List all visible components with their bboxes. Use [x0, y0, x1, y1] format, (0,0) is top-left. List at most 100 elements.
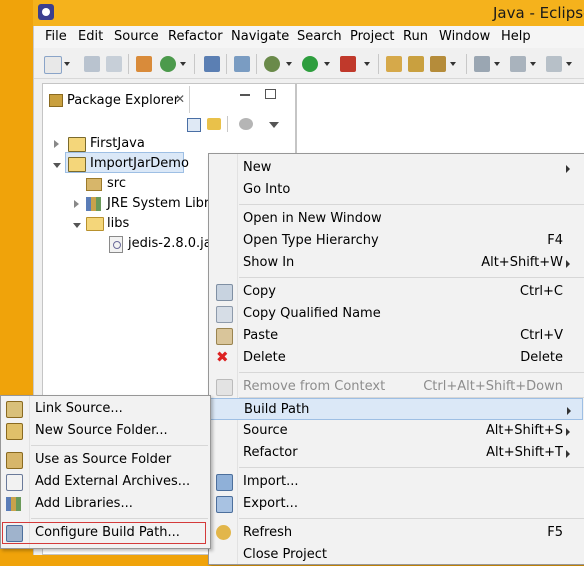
menu-file[interactable]: File — [45, 29, 67, 44]
back-dropdown-icon[interactable] — [566, 62, 572, 66]
external-tools-dropdown-icon[interactable] — [364, 62, 370, 66]
menu-item-close-project[interactable]: Close Project — [209, 544, 584, 566]
save-icon[interactable] — [84, 56, 100, 72]
collapse-all-icon[interactable] — [187, 118, 201, 132]
skip-breakpoints-icon[interactable] — [234, 56, 250, 72]
pen-dropdown-icon[interactable] — [450, 62, 456, 66]
submenu-arrow-icon — [566, 428, 570, 436]
menu-item-source[interactable]: Source Alt+Shift+S — [209, 420, 584, 442]
submenu-arrow-icon — [567, 407, 571, 415]
archive-icon — [6, 474, 23, 491]
maximize-icon[interactable] — [265, 89, 276, 99]
run-dropdown-icon[interactable] — [324, 62, 330, 66]
link-source-icon — [6, 401, 23, 418]
menu-item-delete[interactable]: ✖ Delete Delete — [209, 347, 584, 369]
run-icon[interactable] — [302, 56, 318, 72]
next-annotation-dropdown-icon[interactable] — [494, 62, 500, 66]
new-source-folder-icon — [6, 423, 23, 440]
expand-icon[interactable] — [74, 200, 79, 208]
refresh-icon — [216, 525, 231, 540]
menu-item-show-in[interactable]: Show In Alt+Shift+W — [209, 252, 584, 274]
debug-dropdown-icon[interactable] — [286, 62, 292, 66]
build-path-submenu: Link Source... New Source Folder... Use … — [0, 395, 211, 549]
menu-run[interactable]: Run — [403, 29, 428, 44]
prev-annotation-icon[interactable] — [510, 56, 526, 72]
library-icon — [6, 497, 21, 511]
submenu-arrow-icon — [566, 450, 570, 458]
focus-icon[interactable] — [239, 118, 253, 130]
build-icon[interactable] — [136, 56, 152, 72]
remove-context-icon — [216, 379, 233, 396]
menu-item-copy[interactable]: Copy Ctrl+C — [209, 281, 584, 303]
menu-project[interactable]: Project — [350, 29, 394, 44]
submenu-arrow-icon — [566, 165, 570, 173]
debug-icon[interactable] — [264, 56, 280, 72]
external-tools-icon[interactable] — [340, 56, 356, 72]
menu-item-export[interactable]: Export... — [209, 493, 584, 515]
tree-item-libs[interactable]: libs — [71, 214, 171, 234]
eclipse-logo-icon — [38, 4, 54, 20]
close-icon[interactable]: ✕ — [175, 92, 185, 106]
tree-item-firstjava[interactable]: FirstJava — [53, 134, 193, 154]
project-icon — [68, 137, 86, 152]
menu-item-build-path[interactable]: Build Path — [210, 398, 583, 420]
minimize-icon[interactable] — [240, 94, 250, 96]
menu-item-copy-qualified-name[interactable]: Copy Qualified Name — [209, 303, 584, 325]
delete-icon: ✖ — [216, 348, 229, 366]
tree-item-jre-system-library[interactable]: JRE System Library — [71, 194, 211, 214]
menu-item-use-as-source-folder[interactable]: Use as Source Folder — [1, 449, 208, 471]
menu-window[interactable]: Window — [439, 29, 490, 44]
menu-source[interactable]: Source — [114, 29, 159, 44]
menu-item-refactor[interactable]: Refactor Alt+Shift+T — [209, 442, 584, 464]
expand-icon[interactable] — [54, 140, 59, 148]
new-icon[interactable] — [44, 56, 62, 74]
menu-refactor[interactable]: Refactor — [168, 29, 223, 44]
menu-item-go-into[interactable]: Go Into — [209, 179, 584, 201]
view-title: Package Explorer — [67, 93, 180, 108]
menu-item-new[interactable]: New — [209, 157, 584, 179]
new-package-icon[interactable] — [408, 56, 424, 72]
prev-annotation-dropdown-icon[interactable] — [530, 62, 536, 66]
collapse-icon[interactable] — [53, 163, 61, 168]
menu-item-link-source[interactable]: Link Source... — [1, 398, 208, 420]
menu-item-open-type-hierarchy[interactable]: Open Type Hierarchy F4 — [209, 230, 584, 252]
menu-item-open-in-new-window[interactable]: Open in New Window — [209, 208, 584, 230]
menu-edit[interactable]: Edit — [78, 29, 103, 44]
link-with-editor-icon[interactable] — [207, 118, 221, 130]
back-icon[interactable] — [546, 56, 562, 72]
open-type-icon[interactable] — [386, 56, 402, 72]
collapse-icon[interactable] — [73, 223, 81, 228]
context-menu: New Go Into Open in New Window Open Type… — [208, 153, 584, 565]
pen-icon[interactable] — [430, 56, 446, 72]
title-bar: Java - Eclipse — [33, 0, 584, 26]
submenu-arrow-icon — [566, 260, 570, 268]
menu-item-import[interactable]: Import... — [209, 471, 584, 493]
package-folder-icon — [86, 178, 102, 191]
menu-navigate[interactable]: Navigate — [231, 29, 289, 44]
new-dropdown-icon[interactable] — [64, 62, 70, 66]
menu-item-add-libraries[interactable]: Add Libraries... — [1, 493, 208, 515]
next-annotation-icon[interactable] — [474, 56, 490, 72]
copy-qualified-icon — [216, 306, 233, 323]
window-title: Java - Eclipse — [493, 4, 584, 22]
menu-bar: File Edit Source Refactor Navigate Searc… — [34, 26, 584, 48]
package-explorer-icon — [49, 94, 63, 107]
package-explorer-tab[interactable]: Package Explorer ✕ — [45, 86, 190, 113]
menu-search[interactable]: Search — [297, 29, 342, 44]
tree-item-src[interactable]: src — [81, 174, 181, 194]
save-all-icon[interactable] — [106, 56, 122, 72]
jar-icon — [109, 236, 123, 253]
refresh-dropdown-icon[interactable] — [180, 62, 186, 66]
menu-help[interactable]: Help — [501, 29, 531, 44]
view-menu-icon[interactable] — [269, 122, 279, 128]
project-icon — [68, 157, 86, 172]
menu-item-new-source-folder[interactable]: New Source Folder... — [1, 420, 208, 442]
folder-icon — [86, 217, 104, 231]
menu-item-paste[interactable]: Paste Ctrl+V — [209, 325, 584, 347]
copy-icon — [216, 284, 233, 301]
console-icon[interactable] — [204, 56, 220, 72]
menu-item-add-external-archives[interactable]: Add External Archives... — [1, 471, 208, 493]
refresh-icon[interactable] — [160, 56, 176, 72]
tree-item-importjardemo[interactable]: ImportJarDemo — [53, 152, 193, 174]
menu-item-refresh[interactable]: Refresh F5 — [209, 522, 584, 544]
